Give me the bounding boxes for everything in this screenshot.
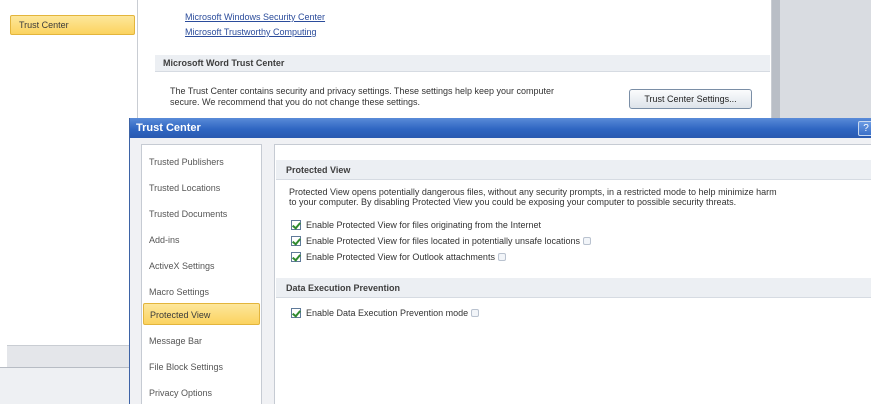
checkbox-checked-icon[interactable] bbox=[291, 236, 301, 246]
option-dep-mode[interactable]: Enable Data Execution Prevention mode bbox=[291, 308, 480, 320]
option-label: Enable Protected View for Outlook attach… bbox=[306, 252, 495, 262]
nav-item-protected-view[interactable]: Protected View bbox=[143, 303, 260, 325]
description-line: secure. We recommend that you do not cha… bbox=[170, 97, 420, 107]
option-internet-files[interactable]: Enable Protected View for files originat… bbox=[291, 220, 541, 232]
option-label: Enable Protected View for files originat… bbox=[306, 220, 541, 230]
checkbox-checked-icon[interactable] bbox=[291, 220, 301, 230]
trust-center-nav: Trusted Publishers Trusted Locations Tru… bbox=[141, 144, 262, 404]
options-bottom-bar bbox=[0, 367, 138, 404]
word-trust-center-section-title: Microsoft Word Trust Center bbox=[155, 55, 770, 72]
option-unsafe-locations[interactable]: Enable Protected View for files located … bbox=[291, 236, 591, 248]
trust-center-settings-button[interactable]: Trust Center Settings... bbox=[629, 89, 752, 109]
options-scroll-area bbox=[772, 0, 871, 120]
info-icon[interactable] bbox=[583, 237, 591, 245]
checkbox-checked-icon[interactable] bbox=[291, 252, 301, 262]
nav-item-message-bar[interactable]: Message Bar bbox=[143, 330, 260, 352]
info-icon[interactable] bbox=[497, 253, 506, 261]
options-category-list bbox=[7, 0, 138, 367]
nav-item-trusted-documents[interactable]: Trusted Documents bbox=[143, 203, 260, 225]
option-label: Enable Data Execution Prevention mode bbox=[306, 308, 469, 318]
dep-heading: Data Execution Prevention bbox=[276, 278, 871, 298]
option-outlook-attachments[interactable]: Enable Protected View for Outlook attach… bbox=[291, 252, 506, 264]
protected-view-heading: Protected View bbox=[276, 160, 871, 180]
word-trust-center-description: The Trust Center contains security and p… bbox=[170, 86, 620, 108]
nav-item-macro-settings[interactable]: Macro Settings bbox=[143, 281, 260, 303]
info-icon[interactable] bbox=[471, 309, 480, 317]
dialog-title: Trust Center bbox=[136, 122, 201, 134]
description-line: Protected View opens potentially dangero… bbox=[289, 187, 777, 197]
protected-view-panel: Protected View Protected View opens pote… bbox=[274, 144, 871, 404]
protected-view-description: Protected View opens potentially dangero… bbox=[289, 187, 871, 207]
description-line: The Trust Center contains security and p… bbox=[170, 86, 555, 96]
nav-item-trusted-publishers[interactable]: Trusted Publishers bbox=[143, 151, 260, 173]
nav-item-file-block-settings[interactable]: File Block Settings bbox=[143, 356, 260, 378]
options-category-trust-center[interactable]: Trust Center bbox=[10, 15, 135, 35]
options-category-list-footer bbox=[7, 345, 138, 367]
nav-item-activex-settings[interactable]: ActiveX Settings bbox=[143, 255, 260, 277]
nav-item-privacy-options[interactable]: Privacy Options bbox=[143, 382, 260, 404]
help-icon[interactable]: ? bbox=[858, 121, 871, 136]
trust-center-dialog: Trust Center ? Trusted Publishers Truste… bbox=[129, 118, 871, 404]
link-trustworthy-computing[interactable]: Microsoft Trustworthy Computing bbox=[185, 27, 317, 37]
description-line: to your computer. By disabling Protected… bbox=[289, 197, 737, 207]
nav-item-trusted-locations[interactable]: Trusted Locations bbox=[143, 177, 260, 199]
link-windows-security-center[interactable]: Microsoft Windows Security Center bbox=[185, 12, 325, 22]
nav-item-add-ins[interactable]: Add-ins bbox=[143, 229, 260, 251]
dialog-titlebar[interactable]: Trust Center ? bbox=[130, 118, 871, 138]
option-label: Enable Protected View for files located … bbox=[306, 236, 580, 246]
checkbox-checked-icon[interactable] bbox=[291, 308, 301, 318]
